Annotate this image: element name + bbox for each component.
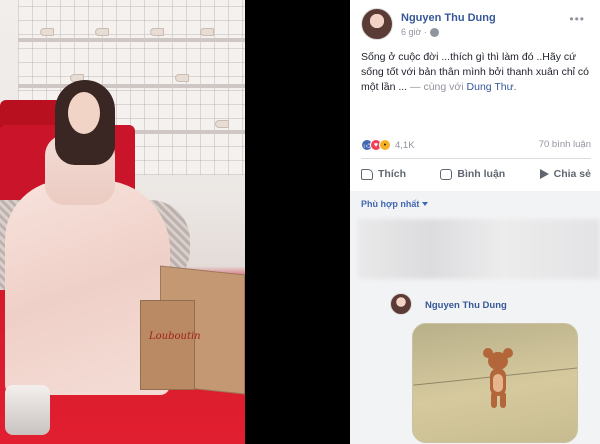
action-bar: Thích Bình luận Chia sẻ (361, 163, 591, 185)
thumbs-up-icon (361, 168, 373, 180)
post-time-text: 6 giờ · (401, 27, 427, 37)
sticker-image[interactable] (412, 323, 578, 443)
reply-avatar[interactable] (390, 293, 412, 315)
shelf (18, 38, 245, 42)
avatar[interactable] (361, 8, 393, 40)
reactions-summary[interactable]: 👍︎ ♥ • 4,1K (361, 139, 415, 151)
reaction-count: 4,1K (395, 139, 415, 151)
blurred-comment (358, 219, 600, 279)
like-label: Thích (378, 168, 406, 180)
face (68, 92, 100, 134)
shoe (150, 28, 164, 36)
cartoon-mouse (483, 348, 513, 412)
comment-label: Bình luận (457, 168, 506, 180)
shoe (200, 28, 214, 36)
post-time[interactable]: 6 giờ · (401, 27, 439, 37)
comments-section: Phù hợp nhất Nguyen Thu Dung (350, 191, 600, 444)
globe-icon (429, 27, 439, 37)
comment-sort-dropdown[interactable]: Phù hợp nhất (361, 199, 429, 209)
reply-comment: Nguyen Thu Dung (390, 291, 600, 443)
shoe (215, 120, 229, 128)
shoe (40, 28, 54, 36)
post-text: Sống ở cuộc đời ...thích gì thì làm đó .… (361, 50, 593, 95)
like-button[interactable]: Thích (361, 168, 406, 180)
shoe (175, 74, 189, 82)
shelf (18, 84, 245, 88)
heels (5, 385, 50, 435)
share-label: Chia sẻ (553, 168, 591, 180)
shoe (95, 28, 109, 36)
comment-count[interactable]: 70 bình luận (539, 139, 591, 150)
post-header: Nguyen Thu Dung 6 giờ · ••• (361, 8, 591, 42)
tagged-user[interactable]: Dung Thư. (467, 81, 517, 93)
post-text-with: — cùng với (410, 81, 467, 93)
sort-label: Phù hợp nhất (361, 199, 420, 209)
comment-button[interactable]: Bình luận (440, 168, 505, 180)
facebook-post: Nguyen Thu Dung 6 giờ · ••• Sống ở cuộc … (350, 0, 600, 444)
post-stats: 👍︎ ♥ • 4,1K 70 bình luận (361, 139, 591, 153)
more-options-icon[interactable]: ••• (569, 12, 585, 26)
post-photo[interactable]: Louboutin (0, 0, 245, 444)
comment-icon (440, 168, 453, 180)
share-icon (539, 169, 549, 179)
share-button[interactable]: Chia sẻ (539, 168, 591, 180)
wow-reaction-icon: • (379, 139, 391, 151)
reply-author[interactable]: Nguyen Thu Dung (425, 300, 507, 311)
author-name[interactable]: Nguyen Thu Dung (401, 12, 496, 24)
divider (361, 158, 591, 159)
caret-down-icon (422, 202, 429, 206)
shopping-bag: Louboutin (140, 300, 201, 390)
bag-logo: Louboutin (149, 331, 201, 342)
